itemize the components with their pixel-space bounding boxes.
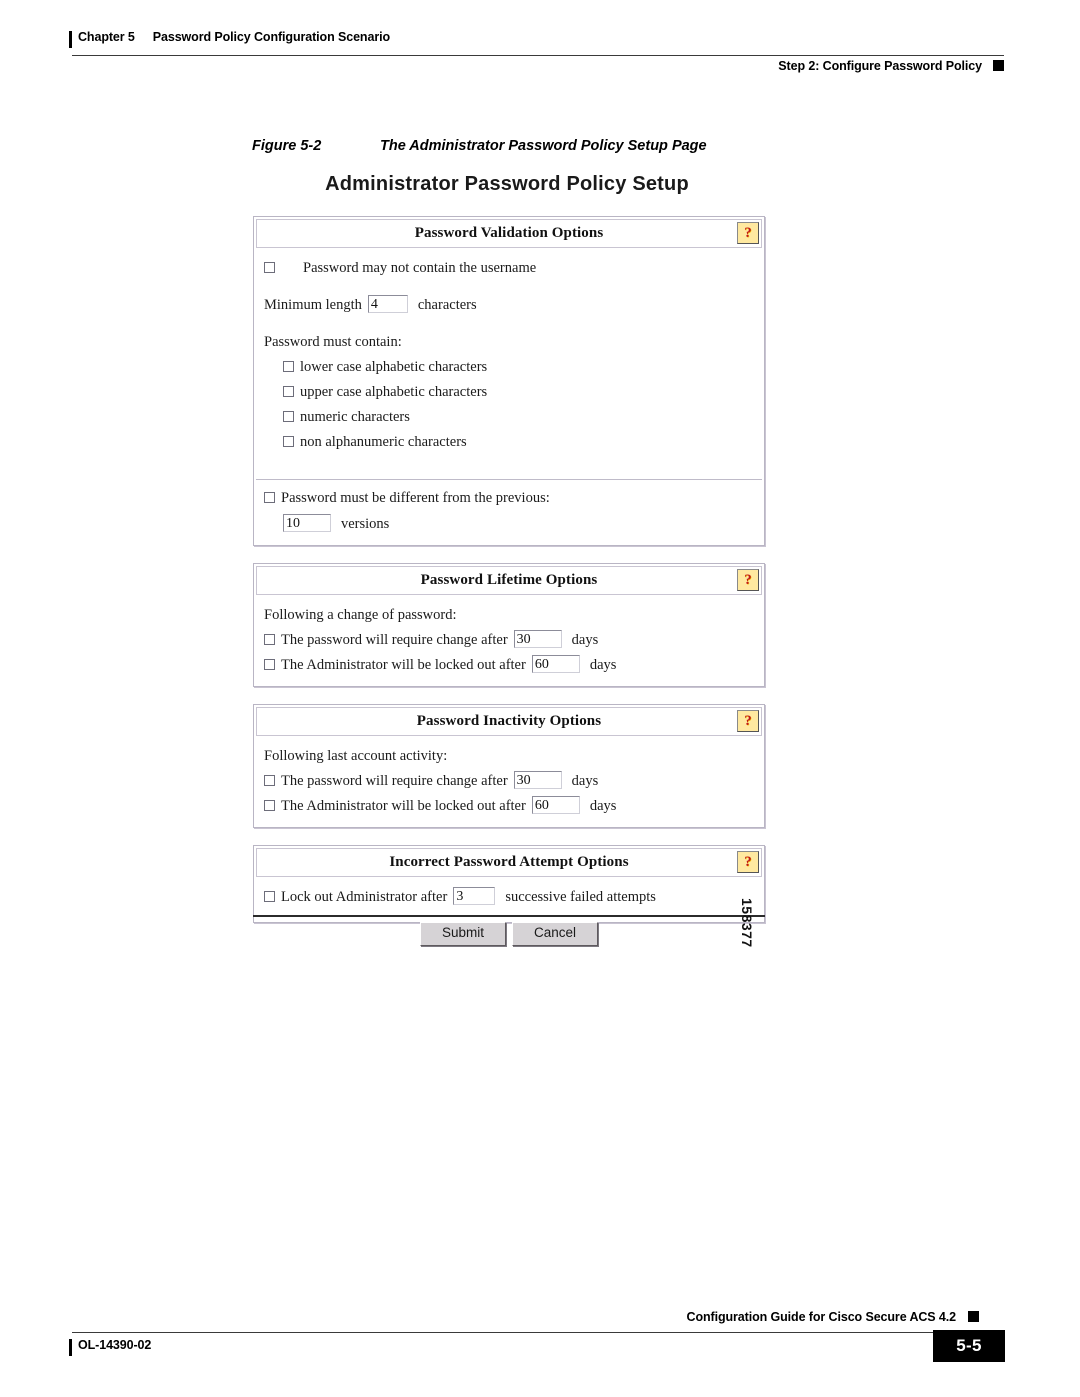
footer-tick-mark <box>69 1339 72 1356</box>
panel-title-label: Incorrect Password Attempt Options <box>389 854 629 871</box>
label-inactivity-require-change-suffix: days <box>571 773 599 790</box>
input-lifetime-lockout-days[interactable]: 60 <box>531 655 580 674</box>
checkbox-lock-out-administrator[interactable] <box>264 891 275 903</box>
panel-body-password-inactivity: Following last account activity: The pas… <box>254 738 764 827</box>
checkbox-lifetime-lockout[interactable] <box>264 659 275 671</box>
checkbox-row-lifetime-lockout[interactable]: The Administrator will be locked out aft… <box>264 655 754 676</box>
checkbox-row-inactivity-require-change[interactable]: The password will require change after 30… <box>264 771 754 792</box>
panel-header-password-lifetime: Password Lifetime Options ? <box>256 566 762 596</box>
header-chapter-title: Password Policy Configuration Scenario <box>152 30 390 44</box>
panel-header-password-validation: Password Validation Options ? <box>256 219 762 248</box>
label-lifetime-require-change-suffix: days <box>571 632 599 649</box>
label-numeric-characters: numeric characters <box>300 409 410 426</box>
must-contain-list: lower case alphabetic characters upper c… <box>264 357 754 453</box>
checkbox-lower-case-alphabetic[interactable] <box>283 361 294 373</box>
checkbox-row-lock-out-administrator[interactable]: Lock out Administrator after 3 successive … <box>264 887 754 908</box>
input-inactivity-lockout-days[interactable]: 60 <box>531 796 580 815</box>
help-icon[interactable]: ? <box>737 851 759 874</box>
label-lifetime-require-change-prefix: The password will require change after <box>281 632 508 649</box>
page-running-header: Chapter 5 Password Policy Configuration … <box>69 30 1004 86</box>
help-icon[interactable]: ? <box>737 710 759 733</box>
label-minimum-length-prefix: Minimum length <box>264 297 362 314</box>
checkbox-inactivity-lockout[interactable] <box>264 800 275 812</box>
label-lock-out-suffix: successive failed attempts <box>505 889 656 906</box>
label-minimum-length-suffix: characters <box>417 297 477 314</box>
panel-title-label: Password Inactivity Options <box>416 713 602 730</box>
label-lifetime-lockout-suffix: days <box>589 657 617 674</box>
form-action-buttons: Submit Cancel <box>253 922 765 946</box>
header-tick-mark <box>69 31 72 48</box>
label-password-must-be-different: Password must be different from the prev… <box>281 490 550 507</box>
field-row-versions: 10 versions <box>264 514 754 535</box>
field-row-minimum-length: Minimum length 4 characters <box>264 295 754 316</box>
page-title: Administrator Password Policy Setup <box>325 173 689 195</box>
label-inactivity-require-change-prefix: The password will require change after <box>281 773 508 790</box>
password-policy-form: Password Validation Options ? Password m… <box>253 216 765 924</box>
checkbox-password-must-be-different[interactable] <box>264 492 275 504</box>
figure-id-number: 158377 <box>739 898 755 948</box>
label-password-must-contain: Password must contain: <box>264 334 402 351</box>
footer-guide-title: Configuration Guide for Cisco Secure ACS… <box>686 1310 957 1324</box>
checkbox-row-lifetime-require-change[interactable]: The password will require change after 30… <box>264 630 754 651</box>
screenshot-crop-rule <box>253 915 765 917</box>
page-running-footer: Configuration Guide for Cisco Secure ACS… <box>69 1310 1005 1370</box>
checkbox-non-alphanumeric-characters[interactable] <box>283 436 294 448</box>
label-inactivity-lockout-suffix: days <box>589 798 617 815</box>
panel-title-label: Password Validation Options <box>414 225 604 241</box>
label-lock-out-prefix: Lock out Administrator after <box>281 889 448 906</box>
input-versions[interactable]: 10 <box>283 514 331 533</box>
label-non-alphanumeric-characters: non alphanumeric characters <box>300 434 467 451</box>
figure-number: Figure 5-2 <box>252 138 322 154</box>
label-lower-case-alphabetic: lower case alphabetic characters <box>300 359 488 376</box>
checkbox-numeric-characters[interactable] <box>283 411 294 423</box>
header-chapter-group: Chapter 5 Password Policy Configuration … <box>78 30 390 44</box>
footer-square-marker <box>968 1311 979 1322</box>
figure-caption-text: The Administrator Password Policy Setup … <box>380 138 707 154</box>
input-successive-failed-attempts[interactable]: 3 <box>453 887 496 906</box>
checkbox-row-password-different[interactable]: Password must be different from the prev… <box>264 488 754 509</box>
checkbox-password-may-not-contain-username[interactable] <box>264 262 275 273</box>
checkbox-row-non-alphanumeric[interactable]: non alphanumeric characters <box>264 432 754 453</box>
checkbox-upper-case-alphabetic[interactable] <box>283 386 294 398</box>
checkbox-row-upper-case[interactable]: upper case alphabetic characters <box>264 382 754 403</box>
input-minimum-length[interactable]: 4 <box>367 295 408 314</box>
input-lifetime-require-change-days[interactable]: 30 <box>513 630 562 649</box>
panel-header-password-inactivity: Password Inactivity Options ? <box>256 707 762 737</box>
panel-incorrect-password-attempt: Incorrect Password Attempt Options ? Loc… <box>253 845 765 924</box>
label-upper-case-alphabetic: upper case alphabetic characters <box>300 384 488 401</box>
cancel-button[interactable]: Cancel <box>512 922 598 946</box>
label-password-may-not-contain-username: Password may not contain the username <box>303 260 537 276</box>
panel-body-password-validation: Password may not contain the username Mi… <box>254 250 764 479</box>
panel-password-lifetime: Password Lifetime Options ? Following a … <box>253 563 765 688</box>
panel-password-inactivity: Password Inactivity Options ? Following … <box>253 704 765 829</box>
header-square-marker <box>993 60 1004 71</box>
panel-body-password-lifetime: Following a change of password: The pass… <box>254 597 764 686</box>
help-icon[interactable]: ? <box>737 569 759 592</box>
panel-header-incorrect-password-attempt: Incorrect Password Attempt Options ? <box>256 848 762 878</box>
figure-caption: Figure 5-2 The Administrator Password Pol… <box>252 138 707 154</box>
footer-rule <box>72 1332 962 1334</box>
footer-doc-number: OL-14390-02 <box>78 1338 152 1352</box>
label-versions-suffix: versions <box>341 516 390 533</box>
label-lifetime-intro: Following a change of password: <box>264 607 457 624</box>
panel-body-password-history: Password must be different from the prev… <box>254 480 764 545</box>
checkbox-row-numeric[interactable]: numeric characters <box>264 407 754 428</box>
input-inactivity-require-change-days[interactable]: 30 <box>513 771 562 790</box>
help-icon[interactable]: ? <box>737 222 759 244</box>
panel-password-validation: Password Validation Options ? Password m… <box>253 216 765 547</box>
checkbox-row-lower-case[interactable]: lower case alphabetic characters <box>264 357 754 378</box>
checkbox-lifetime-require-change[interactable] <box>264 634 275 646</box>
header-rule <box>72 55 1004 57</box>
label-inactivity-intro: Following last account activity: <box>264 748 448 765</box>
label-inactivity-lockout-prefix: The Administrator will be locked out aft… <box>281 798 526 815</box>
page-number-badge: 5-5 <box>933 1330 1005 1362</box>
checkbox-row-username-rule[interactable]: Password may not contain the username <box>264 258 754 279</box>
checkbox-inactivity-require-change[interactable] <box>264 775 275 787</box>
header-chapter-label: Chapter 5 <box>78 30 135 44</box>
label-lifetime-lockout-prefix: The Administrator will be locked out aft… <box>281 657 526 674</box>
header-section-title: Step 2: Configure Password Policy <box>778 59 982 73</box>
panel-title-label: Password Lifetime Options <box>420 572 598 589</box>
checkbox-row-inactivity-lockout[interactable]: The Administrator will be locked out aft… <box>264 796 754 817</box>
submit-button[interactable]: Submit <box>420 922 506 946</box>
